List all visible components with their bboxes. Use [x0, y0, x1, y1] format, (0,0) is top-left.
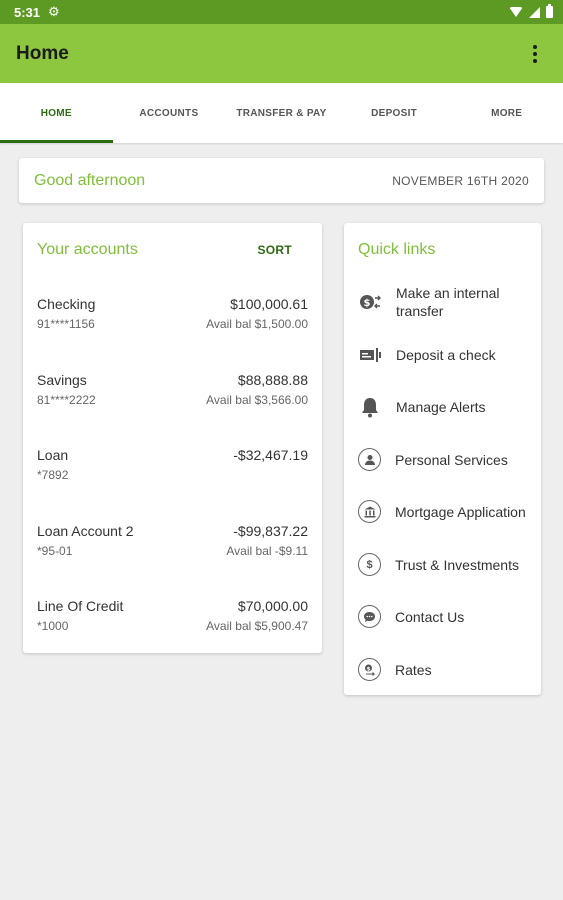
account-number: 81****2222: [37, 393, 96, 407]
greeting-text: Good afternoon: [34, 171, 146, 189]
page-title: Home: [16, 42, 69, 64]
account-number: *7892: [37, 468, 69, 482]
account-number: *95-01: [37, 544, 73, 558]
account-name: Checking: [37, 296, 96, 312]
bell-icon: [358, 395, 382, 419]
transfer-icon: $: [358, 290, 382, 314]
quick-link-label: Rates: [395, 661, 432, 678]
account-balance: -$99,837.22: [233, 523, 308, 539]
sort-button[interactable]: SORT: [257, 243, 292, 257]
account-name: Loan: [37, 447, 69, 463]
chat-icon: [358, 605, 381, 628]
account-available-balance: Avail bal $3,566.00: [206, 393, 308, 407]
account-row-savings[interactable]: Savings 81****2222 $88,888.88 Avail bal …: [37, 372, 308, 412]
accounts-card: Your accounts SORT Checking 91****1156 $…: [23, 223, 322, 653]
quick-link-mortgage-application[interactable]: Mortgage Application: [358, 500, 541, 523]
settings-gear-icon: ⚙: [48, 4, 60, 19]
quick-link-label: Deposit a check: [396, 347, 496, 363]
account-name: Loan Account 2: [37, 523, 134, 539]
tab-home[interactable]: HOME: [0, 83, 113, 143]
quick-link-label-line2: transfer: [396, 303, 444, 319]
quick-link-label: Make an internal: [396, 285, 500, 301]
account-number: 91****1156: [37, 317, 95, 331]
account-row-checking[interactable]: Checking 91****1156 $100,000.61 Avail ba…: [37, 296, 308, 336]
quick-link-personal-services[interactable]: Personal Services: [358, 448, 541, 471]
account-number: *1000: [37, 619, 69, 633]
accounts-title: Your accounts: [37, 241, 138, 258]
quick-link-label: Trust & Investments: [395, 556, 519, 573]
status-time: 5:31: [14, 4, 41, 20]
check-deposit-icon: [358, 343, 382, 367]
person-icon: [358, 448, 381, 471]
quick-link-rates[interactable]: $ Rates: [358, 658, 541, 681]
account-row-loan-account-2[interactable]: Loan Account 2 *95-01 -$99,837.22 Avail …: [37, 523, 308, 563]
account-balance: -$32,467.19: [233, 447, 308, 463]
quick-links-card: Quick links $ Make an internal transfer D…: [344, 223, 541, 695]
battery-icon: [546, 4, 553, 18]
account-available-balance: Avail bal $5,900.47: [206, 619, 308, 633]
quick-links-title: Quick links: [358, 241, 436, 258]
quick-link-label: Manage Alerts: [396, 399, 486, 415]
account-balance: $70,000.00: [237, 598, 308, 614]
account-available-balance: Avail bal $1,500.00: [206, 317, 308, 331]
bank-icon: [358, 500, 381, 523]
account-available-balance: Avail bal -$9.11: [226, 544, 308, 558]
signal-icon: [529, 6, 540, 18]
account-name: Line Of Credit: [37, 598, 124, 614]
dollar-icon: $: [358, 553, 381, 576]
wifi-icon: [509, 7, 523, 17]
greeting-card: Good afternoon NOVEMBER 16TH 2020: [19, 158, 544, 203]
account-balance: $88,888.88: [237, 372, 308, 388]
account-name: Savings: [37, 372, 87, 388]
quick-link-label: Mortgage Application: [395, 503, 526, 520]
quick-link-trust-investments[interactable]: $ Trust & Investments: [358, 553, 541, 576]
overflow-menu-icon[interactable]: [523, 42, 547, 66]
svg-text:$: $: [364, 298, 371, 309]
app-bar: Home: [0, 24, 563, 83]
tab-accounts[interactable]: ACCOUNTS: [113, 83, 226, 143]
status-bar: 5:31 ⚙: [0, 0, 563, 24]
tab-bar: HOME ACCOUNTS TRANSFER & PAY DEPOSIT MOR…: [0, 83, 563, 143]
quick-link-contact-us[interactable]: Contact Us: [358, 605, 541, 628]
rates-icon: $: [358, 658, 381, 681]
tab-deposit[interactable]: DEPOSIT: [338, 83, 451, 143]
svg-text:$: $: [367, 666, 371, 672]
quick-link-deposit-check[interactable]: Deposit a check: [358, 343, 541, 367]
account-row-line-of-credit[interactable]: Line Of Credit *1000 $70,000.00 Avail ba…: [37, 598, 308, 638]
greeting-date: NOVEMBER 16TH 2020: [392, 173, 529, 188]
quick-link-manage-alerts[interactable]: Manage Alerts: [358, 395, 541, 419]
tab-more[interactable]: MORE: [450, 83, 563, 143]
quick-link-label: Contact Us: [395, 608, 465, 625]
account-balance: $100,000.61: [230, 296, 308, 312]
tab-transfer-pay[interactable]: TRANSFER & PAY: [225, 83, 338, 143]
quick-link-label: Personal Services: [395, 451, 508, 468]
quick-link-internal-transfer[interactable]: $ Make an internal transfer: [358, 284, 541, 320]
account-row-loan[interactable]: Loan *7892 -$32,467.19: [37, 447, 308, 487]
